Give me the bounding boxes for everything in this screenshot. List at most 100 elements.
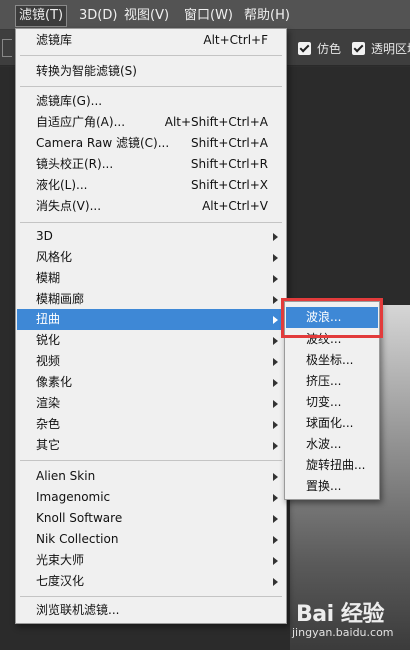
menu-item-label: 转换为智能滤镜(S) (36, 64, 137, 78)
menu-item-label: 滤镜库(G)... (36, 94, 103, 108)
submenu-arrow-icon (273, 337, 278, 345)
menu-item-blur[interactable]: 模糊 (17, 268, 285, 289)
menu-item-filter-gallery[interactable]: 滤镜库(G)... (17, 91, 285, 112)
menu-item-shortcut: Shift+Ctrl+X (191, 178, 268, 192)
menu-item-lens-correction[interactable]: 镜头校正(R)... Shift+Ctrl+R (17, 154, 285, 175)
menu-item-3d[interactable]: 3D (17, 226, 285, 247)
menu-item-beam-master[interactable]: 光束大师 (17, 550, 285, 571)
filter-menu: 滤镜库 Alt+Ctrl+F 转换为智能滤镜(S) 滤镜库(G)... 自适应广… (15, 28, 287, 624)
menu-item-label: 镜头校正(R)... (36, 157, 114, 171)
menu-window[interactable]: 窗口(W) (181, 6, 236, 26)
menu-item-other[interactable]: 其它 (17, 435, 285, 456)
menu-item-blur-gallery[interactable]: 模糊画廊 (17, 289, 285, 310)
menu-item-adaptive-wide-angle[interactable]: 自适应广角(A)... Alt+Shift+Ctrl+A (17, 112, 285, 133)
menu-item-label: 3D (36, 229, 53, 243)
submenu-item-spherize[interactable]: 球面化... (286, 413, 378, 434)
menu-item-label: Nik Collection (36, 532, 119, 546)
submenu-arrow-icon (273, 578, 278, 586)
menu-item-label: 视频 (36, 354, 61, 368)
menu-separator (20, 86, 282, 87)
menu-item-label: 渲染 (36, 396, 61, 410)
menu-item-shortcut: Shift+Ctrl+R (190, 157, 268, 171)
menu-item-nik-collection[interactable]: Nik Collection (17, 529, 285, 550)
transparency-option[interactable]: 透明区域 (352, 39, 410, 57)
menu-item-label: Camera Raw 滤镜(C)... (36, 136, 170, 150)
menu-item-label: 其它 (36, 438, 61, 452)
submenu-item-twirl[interactable]: 旋转扭曲... (286, 455, 378, 476)
menu-item-label: 像素化 (36, 375, 73, 389)
menu-item-label: Imagenomic (36, 490, 111, 504)
submenu-arrow-icon (273, 275, 278, 283)
submenu-arrow-icon (273, 494, 278, 502)
submenu-arrow-icon (273, 557, 278, 565)
menu-item-distort[interactable]: 扭曲 (17, 309, 285, 330)
submenu-arrow-icon (273, 358, 278, 366)
menu-item-browse-online-filters[interactable]: 浏览联机滤镜... (17, 600, 285, 621)
submenu-item-displace[interactable]: 置换... (286, 476, 378, 497)
highlight-callout-box (281, 298, 383, 338)
menu-item-label: 液化(L)... (36, 178, 88, 192)
menu-item-render[interactable]: 渲染 (17, 393, 285, 414)
menu-item-shortcut: Alt+Ctrl+F (203, 33, 268, 47)
menu-item-shortcut: Shift+Ctrl+A (191, 136, 268, 150)
menu-item-label: 消失点(V)... (36, 199, 102, 213)
dither-option[interactable]: 仿色 (298, 39, 341, 57)
menu-item-label: 锐化 (36, 333, 61, 347)
menu-separator (20, 55, 282, 56)
submenu-arrow-icon (273, 421, 278, 429)
watermark-brand: Bai 经验 (296, 602, 384, 627)
submenu-arrow-icon (273, 515, 278, 523)
menu-item-label: 风格化 (36, 250, 73, 264)
menu-item-qidu-localization[interactable]: 七度汉化 (17, 571, 285, 592)
dither-label: 仿色 (317, 41, 342, 56)
menu-bar: 滤镜(T) 3D(D) 视图(V) 窗口(W) 帮助(H) (0, 0, 410, 30)
menu-item-label: 滤镜库 (36, 33, 73, 47)
transparency-checkbox[interactable] (352, 41, 365, 55)
submenu-arrow-icon (273, 316, 278, 324)
menu-item-label: Knoll Software (36, 511, 123, 525)
submenu-arrow-icon (273, 254, 278, 262)
menu-filter[interactable]: 滤镜(T) (14, 5, 68, 27)
menu-separator (20, 596, 282, 597)
submenu-item-pinch[interactable]: 挤压... (286, 371, 378, 392)
menu-item-label: 模糊画廊 (36, 292, 85, 306)
submenu-arrow-icon (273, 400, 278, 408)
menu-item-sharpen[interactable]: 锐化 (17, 330, 285, 351)
options-bar-edge (2, 39, 12, 57)
submenu-item-zigzag[interactable]: 水波... (286, 434, 378, 455)
watermark-url: jingyan.baidu.com (292, 626, 394, 639)
transparency-label: 透明区域 (371, 41, 410, 56)
menu-view[interactable]: 视图(V) (121, 6, 172, 26)
menu-item-shortcut: Alt+Ctrl+V (202, 199, 268, 213)
menu-separator (20, 222, 282, 223)
submenu-item-shear[interactable]: 切变... (286, 392, 378, 413)
menu-item-label: Alien Skin (36, 469, 96, 483)
menu-item-liquify[interactable]: 液化(L)... Shift+Ctrl+X (17, 175, 285, 196)
menu-item-label: 自适应广角(A)... (36, 115, 126, 129)
submenu-item-polar-coordinates[interactable]: 极坐标... (286, 350, 378, 371)
menu-item-convert-smart-filter[interactable]: 转换为智能滤镜(S) (17, 61, 285, 82)
menu-item-shortcut: Alt+Shift+Ctrl+A (164, 115, 268, 129)
dither-checkbox[interactable] (298, 41, 311, 55)
menu-item-label: 浏览联机滤镜... (36, 603, 120, 617)
submenu-arrow-icon (273, 379, 278, 387)
baidu-jingyan-watermark: Bai 经验 jingyan.baidu.com (278, 596, 408, 644)
menu-item-label: 杂色 (36, 417, 61, 431)
menu-item-stylize[interactable]: 风格化 (17, 247, 285, 268)
menu-item-video[interactable]: 视频 (17, 351, 285, 372)
menu-help[interactable]: 帮助(H) (241, 6, 293, 26)
menu-item-alien-skin[interactable]: Alien Skin (17, 466, 285, 487)
menu-item-vanishing-point[interactable]: 消失点(V)... Alt+Ctrl+V (17, 196, 285, 217)
menu-item-label: 模糊 (36, 271, 61, 285)
menu-item-pixelate[interactable]: 像素化 (17, 372, 285, 393)
menu-item-camera-raw[interactable]: Camera Raw 滤镜(C)... Shift+Ctrl+A (17, 133, 285, 154)
menu-item-imagenomic[interactable]: Imagenomic (17, 487, 285, 508)
menu-3d[interactable]: 3D(D) (76, 6, 120, 26)
menu-separator (20, 460, 282, 461)
menu-item-filter-gallery-last[interactable]: 滤镜库 Alt+Ctrl+F (17, 30, 285, 51)
submenu-arrow-icon (273, 296, 278, 304)
submenu-arrow-icon (273, 536, 278, 544)
menu-item-label: 扭曲 (36, 312, 61, 326)
menu-item-noise[interactable]: 杂色 (17, 414, 285, 435)
menu-item-knoll-software[interactable]: Knoll Software (17, 508, 285, 529)
